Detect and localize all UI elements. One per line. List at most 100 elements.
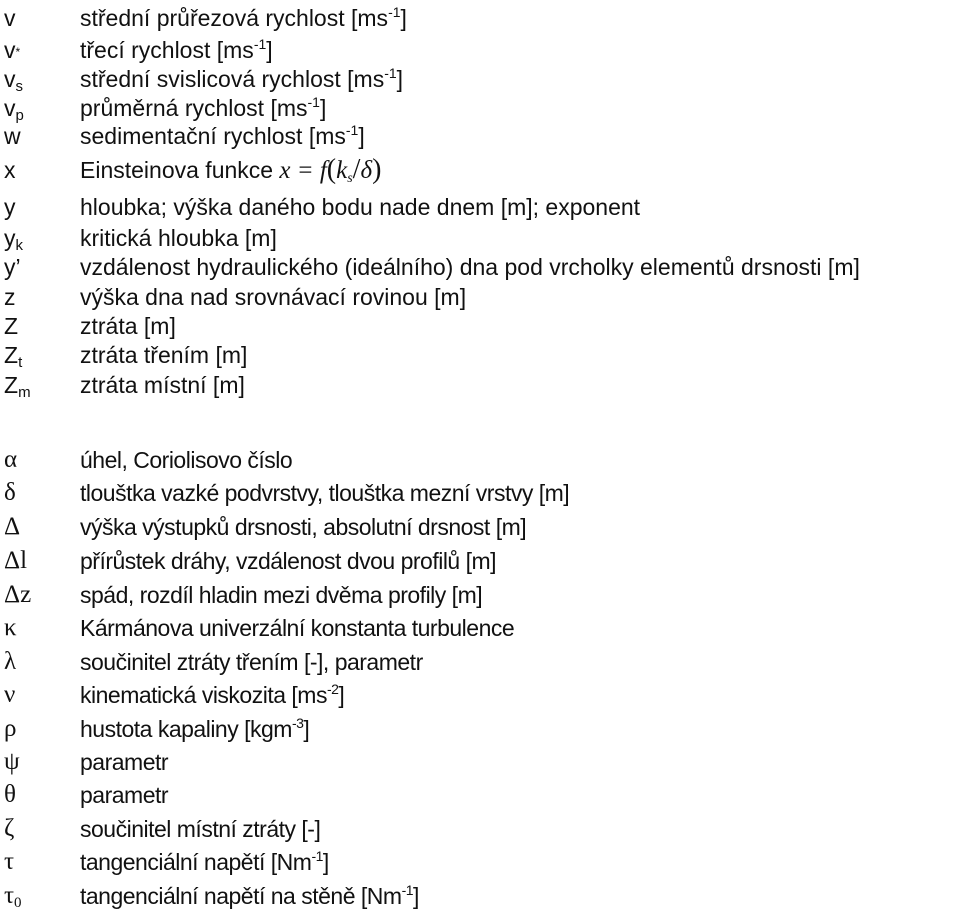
symbol: ψ <box>4 748 20 775</box>
description-text: hustota kapaliny [kgm <box>80 716 292 742</box>
symbol-description: výška dna nad srovnávací rovinou [m] <box>80 282 466 312</box>
einstein-formula: x = f(ks/δ) <box>273 154 382 186</box>
symbol: κ <box>4 614 17 641</box>
unit-close-bracket: ] <box>266 37 273 63</box>
symbol: τ0 <box>4 882 22 911</box>
symbol-row: vs střední svislicová rychlost [ms-1] <box>0 64 959 94</box>
description-text: parametr <box>80 749 169 775</box>
symbol-row: Δz spád, rozdíl hladin mezi dvěma profily… <box>0 580 959 610</box>
symbol: Δ <box>4 513 21 540</box>
unit-close-bracket: ] <box>413 883 419 909</box>
symbol: y’ <box>4 254 21 280</box>
symbol: Δz <box>4 581 32 608</box>
symbol-row: Zt ztráta třením [m] <box>0 340 959 370</box>
unit-close-bracket: ] <box>396 66 404 92</box>
formula-delta: δ <box>360 157 373 184</box>
symbol-row: δ tlouštka vazké podvrstvy, tlouštka mezn… <box>0 478 959 508</box>
description-text: kinematická viskozita [ms <box>80 682 327 708</box>
symbol: v* <box>4 37 21 63</box>
symbol-description: úhel, Coriolisovo číslo <box>80 445 293 475</box>
symbol-description: hloubka; výška daného bodu nade dnem [m]… <box>80 192 640 222</box>
formula-lhs: x <box>273 157 291 184</box>
unit-exponent: -1 <box>311 848 323 864</box>
formula-close-paren: ) <box>372 154 382 185</box>
symbol-description: ztráta místní [m] <box>80 370 245 400</box>
symbol-row: θ parametr <box>0 780 959 810</box>
description-text: hloubka; výška daného bodu nade dnem [m]… <box>80 194 641 220</box>
symbol-description: ztráta třením [m] <box>80 340 247 370</box>
symbol-row: Zztráta [m] <box>0 311 959 341</box>
description-text: parametr <box>80 782 169 808</box>
description-text: součinitel ztráty třením [-], parametr <box>80 649 423 675</box>
description-text: tangenciální napětí na stěně [Nm <box>80 883 402 909</box>
symbol: Z <box>4 313 19 339</box>
unit-close-bracket: ] <box>319 95 327 121</box>
symbol: y <box>4 194 16 220</box>
symbol: Zt <box>4 342 23 371</box>
unit-exponent: -1 <box>345 122 359 138</box>
symbol-subscript: * <box>15 45 21 59</box>
symbol: Zm <box>4 372 31 401</box>
symbol-description: parametr <box>80 780 169 810</box>
symbol: x <box>4 157 16 183</box>
symbol: θ <box>4 781 16 808</box>
description-text: přírůstek dráhy, vzdálenost dvou profilů… <box>80 548 497 574</box>
symbol-row: x Einsteinova funkce x = f(ks/δ) <box>0 155 959 186</box>
unit-exponent: -3 <box>291 715 304 731</box>
symbol-row: ζ součinitel místní ztráty [-] <box>0 814 959 844</box>
description-text: vzdálenost hydraulického (ideálního) dna… <box>80 254 860 280</box>
symbol-description: výška výstupků drsnosti, absolutní drsno… <box>80 512 527 542</box>
description-text: ztráta třením [m] <box>80 342 248 368</box>
description-text: kritická hloubka [m] <box>80 225 277 251</box>
symbol: vp <box>4 95 24 124</box>
symbol-description: střední průřezová rychlost [ms-1] <box>80 3 407 33</box>
symbol: ν <box>4 681 16 708</box>
symbol: v <box>4 5 16 31</box>
symbol-subscript: m <box>18 384 31 401</box>
symbol-row: Zm ztráta místní [m] <box>0 370 959 400</box>
symbol-description: Kármánova univerzální konstanta turbulen… <box>80 613 515 643</box>
symbol: δ <box>4 479 16 506</box>
unit-exponent: -2 <box>326 681 339 697</box>
unit-close-bracket: ] <box>303 716 310 742</box>
symbol-description: kritická hloubka [m] <box>80 223 277 253</box>
formula-equals: = <box>290 157 320 184</box>
symbol-description: kinematická viskozita [ms-2] <box>80 680 345 710</box>
description-text: součinitel místní ztráty [-] <box>80 816 321 842</box>
symbol-subscript: t <box>18 354 23 371</box>
unit-exponent: -1 <box>384 65 397 81</box>
description-text: ztráta [m] <box>80 313 176 339</box>
symbol: λ <box>4 648 17 675</box>
symbol-row: v střední průřezová rychlost [ms-1] <box>0 3 959 33</box>
description-text: výška dna nad srovnávací rovinou [m] <box>80 284 467 310</box>
symbol-description: spád, rozdíl hladin mezi dvěma profily [… <box>80 580 483 610</box>
unit-exponent: -1 <box>253 36 267 52</box>
description-text: třecí rychlost [ms <box>80 37 254 63</box>
symbol-row: yk kritická hloubka [m] <box>0 223 959 253</box>
symbol: τ <box>4 848 15 875</box>
symbol: vs <box>4 66 23 95</box>
description-text: střední svislicová rychlost [ms <box>80 66 385 92</box>
description-text: tangenciální napětí [Nm <box>80 849 312 875</box>
symbol-row: vp průměrná rychlost [ms-1] <box>0 93 959 123</box>
symbol-row: Δvýška výstupků drsnosti, absolutní drsn… <box>0 512 959 542</box>
symbol-description: třecí rychlost [ms-1] <box>80 35 273 65</box>
symbol-row: α úhel, Coriolisovo číslo <box>0 445 959 475</box>
symbol-description: tangenciální napětí na stěně [Nm-1] <box>80 881 419 911</box>
description-text: ztráta místní [m] <box>80 372 245 398</box>
description-text: střední průřezová rychlost [ms <box>80 5 389 31</box>
symbol: z <box>4 284 16 310</box>
unit-exponent: -1 <box>401 882 414 898</box>
symbol-description: parametr <box>80 747 169 777</box>
symbol-description: součinitel místní ztráty [-] <box>80 814 321 844</box>
symbol-subscript: 0 <box>14 895 22 911</box>
symbol: ρ <box>4 715 17 742</box>
formula-open-paren: ( <box>326 154 337 185</box>
symbol-description: Einsteinova funkce x = f(ks/δ) <box>80 155 381 186</box>
description-text: sedimentační rychlost [ms <box>80 123 346 149</box>
symbol-row: ρ hustota kapaliny [kgm-3] <box>0 714 959 744</box>
description-text: výška výstupků drsnosti, absolutní drsno… <box>80 514 527 540</box>
unit-close-bracket: ] <box>400 5 407 31</box>
unit-close-bracket: ] <box>338 682 345 708</box>
formula-k: ks <box>336 157 353 186</box>
